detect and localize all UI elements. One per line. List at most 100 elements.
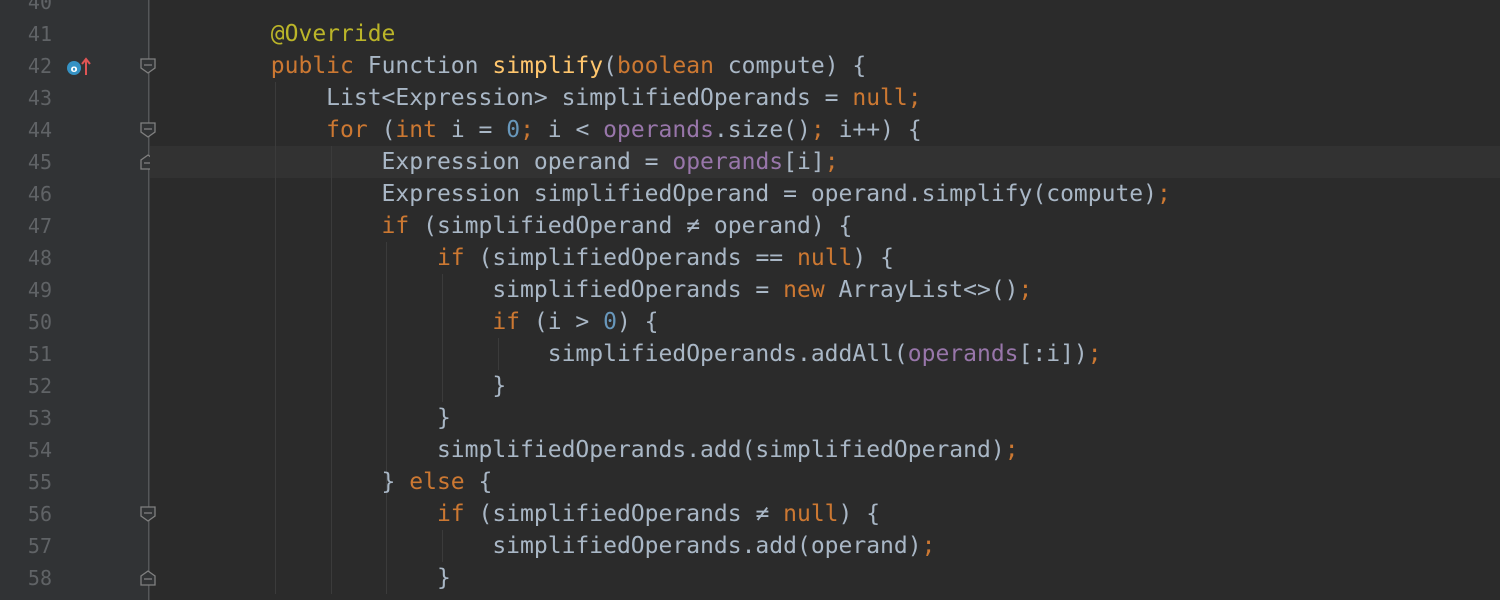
code-token: ; (1004, 437, 1019, 463)
code-line[interactable]: if (simplifiedOperands ≠ null) { (160, 498, 1500, 530)
code-line[interactable]: } (160, 562, 1500, 594)
code-token: boolean (616, 53, 728, 79)
fold-marker-icon[interactable] (139, 505, 157, 523)
code-token: else (409, 469, 479, 495)
code-token: ; (520, 117, 548, 143)
line-number: 56 (27, 502, 52, 526)
code-line[interactable]: List<Expression> simplifiedOperands = nu… (160, 82, 1500, 114)
fold-marker-icon[interactable] (139, 57, 157, 75)
code-line[interactable]: simplifiedOperands.add(operand); (160, 530, 1500, 562)
code-line[interactable]: public Function simplify(boolean compute… (160, 50, 1500, 82)
code-token: ) { (838, 501, 881, 527)
line-number: 54 (27, 438, 52, 462)
code-token: ; (1157, 181, 1171, 207)
code-line[interactable]: } (160, 370, 1500, 402)
code-token: if (160, 245, 479, 271)
code-token: ) { (852, 245, 894, 271)
code-token: operands (907, 341, 1019, 367)
code-token: simplifiedOperands.add(operand) (160, 533, 922, 559)
line-number: 49 (27, 278, 52, 302)
code-editor[interactable]: 40 41 42 43 44 45 46 47 48 49 50 51 52 53 54 55 56 57 58 o… (0, 0, 1500, 600)
code-line[interactable]: if (simplifiedOperand ≠ operand) { (160, 210, 1500, 242)
code-line[interactable]: } else { (160, 466, 1500, 498)
code-token: Expression operand = (160, 149, 673, 175)
code-token: if (160, 213, 424, 239)
code-token: i < (547, 117, 604, 143)
override-method-icon[interactable]: o (66, 57, 92, 77)
code-line[interactable]: @Override (160, 18, 1500, 50)
code-token: [i] (783, 149, 825, 175)
code-token: operands (603, 117, 714, 143)
code-token: ( (381, 117, 396, 143)
code-token: ArrayList<>() (838, 277, 1019, 303)
editor-gutter[interactable]: 40 41 42 43 44 45 46 47 48 49 50 51 52 53 54 55 56 57 58 o (0, 0, 156, 600)
line-number: 42 (27, 54, 52, 78)
line-number: 46 (27, 182, 52, 206)
line-number: 47 (27, 214, 52, 238)
line-number: 40 (27, 0, 52, 14)
code-token: [:i]) (1018, 341, 1088, 367)
code-token: (i > (533, 309, 604, 335)
line-number: 41 (27, 22, 52, 46)
code-line[interactable]: if (i > 0) { (160, 306, 1500, 338)
code-token: simplifiedOperands.addAll( (160, 341, 908, 367)
fold-marker-icon[interactable] (139, 569, 157, 587)
code-token: ( (603, 53, 617, 79)
code-token: } (160, 565, 451, 591)
code-token: { (478, 469, 493, 495)
code-token: null (797, 245, 853, 271)
code-line[interactable]: } (160, 402, 1500, 434)
code-token: .size() (713, 117, 811, 143)
line-number: 58 (27, 566, 52, 590)
line-number: 53 (27, 406, 52, 430)
code-token: @Override (160, 21, 396, 47)
code-line[interactable]: for (int i = 0; i < operands.size(); i++… (160, 114, 1500, 146)
line-number: 57 (27, 534, 52, 558)
svg-text:o: o (71, 64, 78, 75)
code-token: Expression simplifiedOperand = operand.s… (160, 181, 1157, 207)
code-token: ; (921, 533, 936, 559)
code-token: ; (907, 85, 922, 111)
code-line[interactable]: Expression operand = operands[i]; (160, 146, 1500, 178)
line-number: 48 (27, 246, 52, 270)
code-token: (simplifiedOperands == (478, 245, 797, 271)
code-token: 0 (603, 309, 617, 335)
line-number: 44 (27, 118, 52, 142)
code-token: null (852, 85, 908, 111)
code-token: } (160, 469, 410, 495)
code-token: simplify (492, 53, 604, 79)
code-token: null (783, 501, 839, 527)
code-token: i++) { (838, 117, 922, 143)
code-line[interactable]: simplifiedOperands = new ArrayList<>(); (160, 274, 1500, 306)
code-line[interactable]: simplifiedOperands.add(simplifiedOperand… (160, 434, 1500, 466)
code-line[interactable]: if (simplifiedOperands == null) { (160, 242, 1500, 274)
code-token: ; (824, 149, 839, 175)
code-token: compute) { (727, 53, 867, 79)
code-line[interactable]: simplifiedOperands.addAll(operands[:i]); (160, 338, 1500, 370)
code-token: ; (810, 117, 839, 143)
code-token: simplifiedOperands.add(simplifiedOperand… (160, 437, 1005, 463)
code-token: ; (1018, 277, 1033, 303)
code-token: if (160, 309, 534, 335)
fold-marker-icon[interactable] (139, 121, 157, 139)
line-number: 45 (27, 150, 52, 174)
line-number: 50 (27, 310, 52, 334)
code-token: ) { (616, 309, 659, 335)
code-token: } (160, 405, 451, 431)
line-number: 51 (27, 342, 52, 366)
code-token: simplifiedOperands = (160, 277, 784, 303)
line-number: 55 (27, 470, 52, 494)
code-token: public (160, 53, 368, 79)
code-token: for (160, 117, 382, 143)
line-number: 52 (27, 374, 52, 398)
code-token: int (395, 117, 451, 143)
code-token: } (160, 373, 507, 399)
code-token: (simplifiedOperands ≠ (478, 501, 784, 527)
line-number: 43 (27, 86, 52, 110)
code-token: operands (672, 149, 784, 175)
code-token: new (783, 277, 839, 303)
code-token: Function (367, 53, 493, 79)
code-line[interactable]: Expression simplifiedOperand = operand.s… (160, 178, 1500, 210)
code-token: ; (1087, 341, 1102, 367)
code-token: List<Expression> simplifiedOperands = (160, 85, 853, 111)
